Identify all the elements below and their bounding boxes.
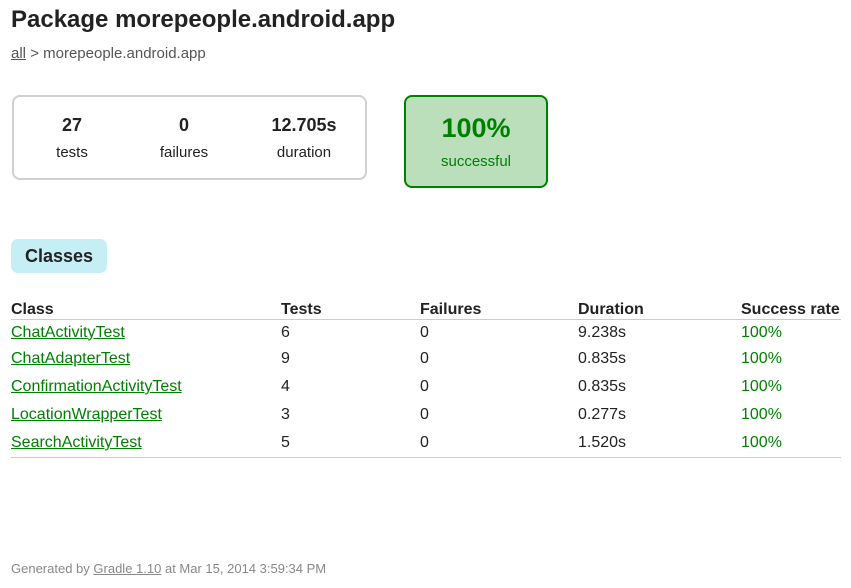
page-title: Package morepeople.android.app (11, 6, 396, 33)
gradle-link[interactable]: Gradle 1.10 (93, 561, 161, 576)
success-rate-cell: 100% (741, 429, 841, 458)
breadcrumb: all > morepeople.android.app (11, 45, 206, 62)
tests-count: 27 (61, 115, 83, 135)
class-name-cell: ChatAdapterTest (11, 345, 281, 373)
breadcrumb-all-link[interactable]: all (11, 45, 26, 62)
table-row: ChatAdapterTest 9 0 0.835s 100% (11, 345, 841, 373)
tests-cell: 9 (281, 350, 290, 367)
column-header-class: Class (11, 297, 281, 320)
success-rate-cell: 100% (741, 350, 782, 367)
tests-cell: 3 (281, 406, 290, 423)
duration-cell: 0.835s (578, 378, 627, 395)
column-header-failures: Failures (420, 297, 578, 320)
class-link[interactable]: ConfirmationActivityTest (11, 378, 182, 395)
tests-label: tests (56, 144, 88, 161)
class-name-cell: SearchActivityTest (11, 429, 281, 458)
failures-count: 0 (178, 115, 189, 135)
column-header-tests: Tests (281, 297, 420, 320)
failures-cell: 0 (420, 323, 429, 341)
failures-cell: 0 (420, 378, 429, 395)
tests-cell: 5 (281, 429, 420, 458)
duration-cell: 1.520s (578, 429, 741, 458)
table-row: ConfirmationActivityTest 4 0 0.835s 100% (11, 373, 841, 401)
duration-cell: 0.277s (578, 406, 627, 423)
tests-cell: 4 (281, 378, 290, 395)
breadcrumb-current: morepeople.android.app (43, 45, 206, 62)
duration-cell: 9.238s (578, 323, 627, 341)
column-header-success-rate: Success rate (741, 297, 841, 320)
duration-value: 12.705s (271, 115, 337, 135)
failures-cell: 0 (420, 350, 429, 367)
class-link[interactable]: LocationWrapperTest (11, 406, 162, 423)
footer-timestamp: at Mar 15, 2014 3:59:34 PM (164, 561, 327, 576)
class-link[interactable]: ChatAdapterTest (11, 350, 130, 367)
success-rate-label: successful (440, 153, 512, 170)
tests-cell: 6 (281, 323, 290, 341)
duration-label: duration (276, 144, 332, 161)
class-name-cell: LocationWrapperTest (11, 401, 281, 429)
success-rate-cell: 100% (741, 406, 782, 423)
classes-table: Class Tests Failures Duration Success ra… (11, 297, 841, 458)
class-name-cell: ChatActivityTest (11, 320, 281, 346)
success-rate-box: 100% successful (404, 95, 548, 188)
success-rate-value: 100% (441, 113, 511, 143)
success-rate-cell: 100% (741, 323, 782, 341)
duration-cell: 0.835s (578, 350, 627, 367)
summary-box: 27 tests 0 failures 12.705s duration (12, 95, 367, 180)
failures-cell: 0 (420, 429, 578, 458)
failures-cell: 0 (420, 406, 429, 423)
table-row: ChatActivityTest 6 0 9.238s 100% (11, 320, 841, 346)
breadcrumb-separator: > (30, 45, 39, 62)
table-row: SearchActivityTest 5 0 1.520s 100% (11, 429, 841, 458)
class-link[interactable]: SearchActivityTest (11, 434, 142, 451)
column-header-duration: Duration (578, 297, 741, 320)
tab-classes[interactable]: Classes (11, 239, 107, 273)
table-header-row: Class Tests Failures Duration Success ra… (11, 297, 841, 320)
success-rate-cell: 100% (741, 378, 782, 395)
class-name-cell: ConfirmationActivityTest (11, 373, 281, 401)
table-row: LocationWrapperTest 3 0 0.277s 100% (11, 401, 841, 429)
footer: Generated by Gradle 1.10 at Mar 15, 2014… (11, 561, 326, 576)
footer-prefix: Generated by (11, 561, 90, 576)
class-link[interactable]: ChatActivityTest (11, 324, 125, 341)
failures-label: failures (159, 144, 209, 161)
